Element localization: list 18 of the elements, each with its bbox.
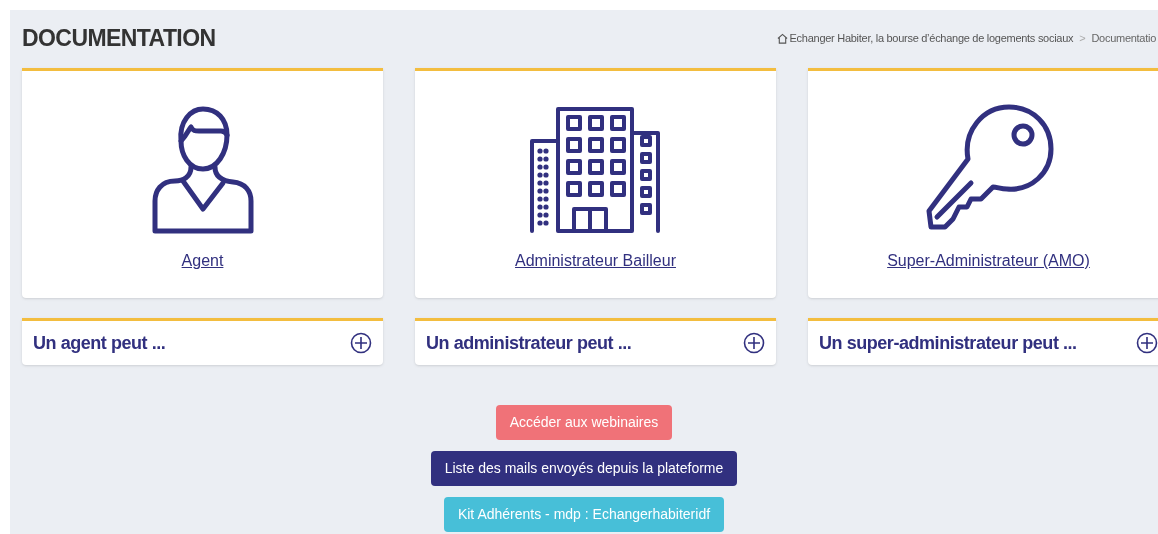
accordion-header[interactable]: Un agent peut ... — [22, 318, 383, 365]
accordion-header[interactable]: Un super-administrateur peut ... — [808, 318, 1158, 365]
breadcrumb-current: Documentatio — [1091, 30, 1156, 46]
home-icon — [776, 32, 788, 44]
breadcrumb-link[interactable]: Echanger Habiter, la bourse d’échange de logements sociaux — [789, 29, 1074, 47]
role-link[interactable]: Super-Administrateur (AMO) — [887, 249, 1090, 273]
plus-circle-icon — [743, 332, 765, 354]
breadcrumb-separator: > — [1079, 30, 1086, 46]
plus-circle-icon — [350, 332, 372, 354]
page-title: DOCUMENTATION — [22, 23, 216, 53]
accordion-title: Un administrateur peut ... — [426, 331, 632, 355]
role-link[interactable]: Administrateur Bailleur — [515, 249, 676, 273]
role-link[interactable]: Agent — [181, 249, 224, 273]
accordion-title: Un super-administrateur peut ... — [819, 331, 1077, 355]
plus-circle-icon — [1136, 332, 1158, 354]
accordion-title: Un agent peut ... — [33, 331, 166, 355]
accordion-header[interactable]: Un administrateur peut ... — [415, 318, 776, 365]
action-button[interactable]: Liste des mails envoyés depuis la plateforme — [430, 451, 738, 486]
